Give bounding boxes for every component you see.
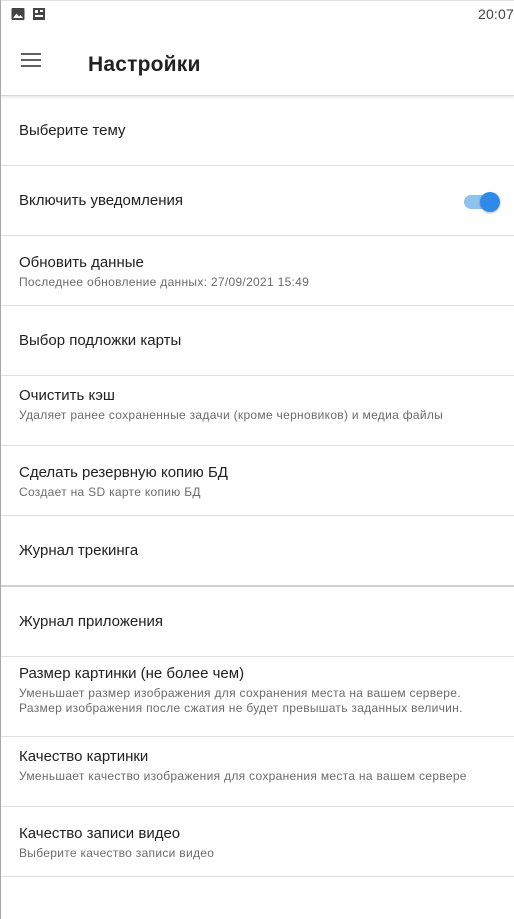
setting-title: Обновить данные — [19, 254, 144, 271]
setting-theme[interactable]: Выберите тему — [1, 96, 514, 166]
setting-image-quality[interactable]: Качество картинки Уменьшает качество изо… — [1, 737, 514, 807]
setting-subtitle: Выберите качество записи видео — [19, 846, 215, 860]
setting-title: Выбор подложки карты — [19, 332, 182, 349]
setting-image-size[interactable]: Размер картинки (не более чем) Уменьшает… — [1, 657, 514, 737]
setting-title: Сделать резервную копию БД — [19, 464, 228, 481]
notifications-toggle[interactable] — [464, 192, 500, 212]
setting-video-quality[interactable]: Качество записи видео Выберите качество … — [1, 807, 514, 877]
setting-backup-db[interactable]: Сделать резервную копию БД Создает на SD… — [1, 446, 514, 516]
setting-subtitle: Уменьшает размер изображения для сохране… — [19, 686, 463, 715]
setting-title: Включить уведомления — [19, 192, 184, 209]
setting-title: Качество картинки — [19, 748, 149, 765]
setting-notifications[interactable]: Включить уведомления — [1, 166, 514, 236]
status-time: 20:07 — [477, 6, 514, 22]
setting-app-log[interactable]: Журнал приложения — [1, 587, 514, 657]
setting-title: Качество записи видео — [19, 825, 181, 842]
setting-title: Очистить кэш — [19, 387, 115, 404]
hamburger-menu-icon[interactable] — [21, 48, 45, 72]
setting-title: Журнал трекинга — [19, 542, 139, 559]
setting-subtitle: Уменьшает качество изображения для сохра… — [19, 769, 467, 783]
setting-title: Журнал приложения — [19, 613, 164, 630]
app-bar: Настройки — [1, 26, 514, 96]
setting-subtitle: Удаляет ранее сохраненные задачи (кроме … — [19, 408, 444, 422]
page-title: Настройки — [88, 53, 201, 76]
settings-screen: 20:07 Настройки Выберите тему Включить у… — [0, 0, 514, 919]
setting-tracking-log[interactable]: Журнал трекинга — [1, 516, 514, 587]
status-bar: 20:07 — [1, 0, 514, 26]
settings-list: Выберите тему Включить уведомления Обнов… — [1, 96, 514, 877]
image-icon — [11, 7, 25, 21]
setting-subtitle: Последнее обновление данных: 27/09/2021 … — [19, 275, 310, 289]
setting-map-layer[interactable]: Выбор подложки карты — [1, 306, 514, 376]
setting-clear-cache[interactable]: Очистить кэш Удаляет ранее сохраненные з… — [1, 376, 514, 446]
toggle-thumb — [480, 192, 500, 212]
setting-title: Выберите тему — [19, 122, 126, 139]
app-notification-icon — [32, 7, 46, 21]
setting-title: Размер картинки (не более чем) — [19, 665, 245, 682]
setting-subtitle: Создает на SD карте копию БД — [19, 485, 201, 499]
setting-update-data[interactable]: Обновить данные Последнее обновление дан… — [1, 236, 514, 306]
